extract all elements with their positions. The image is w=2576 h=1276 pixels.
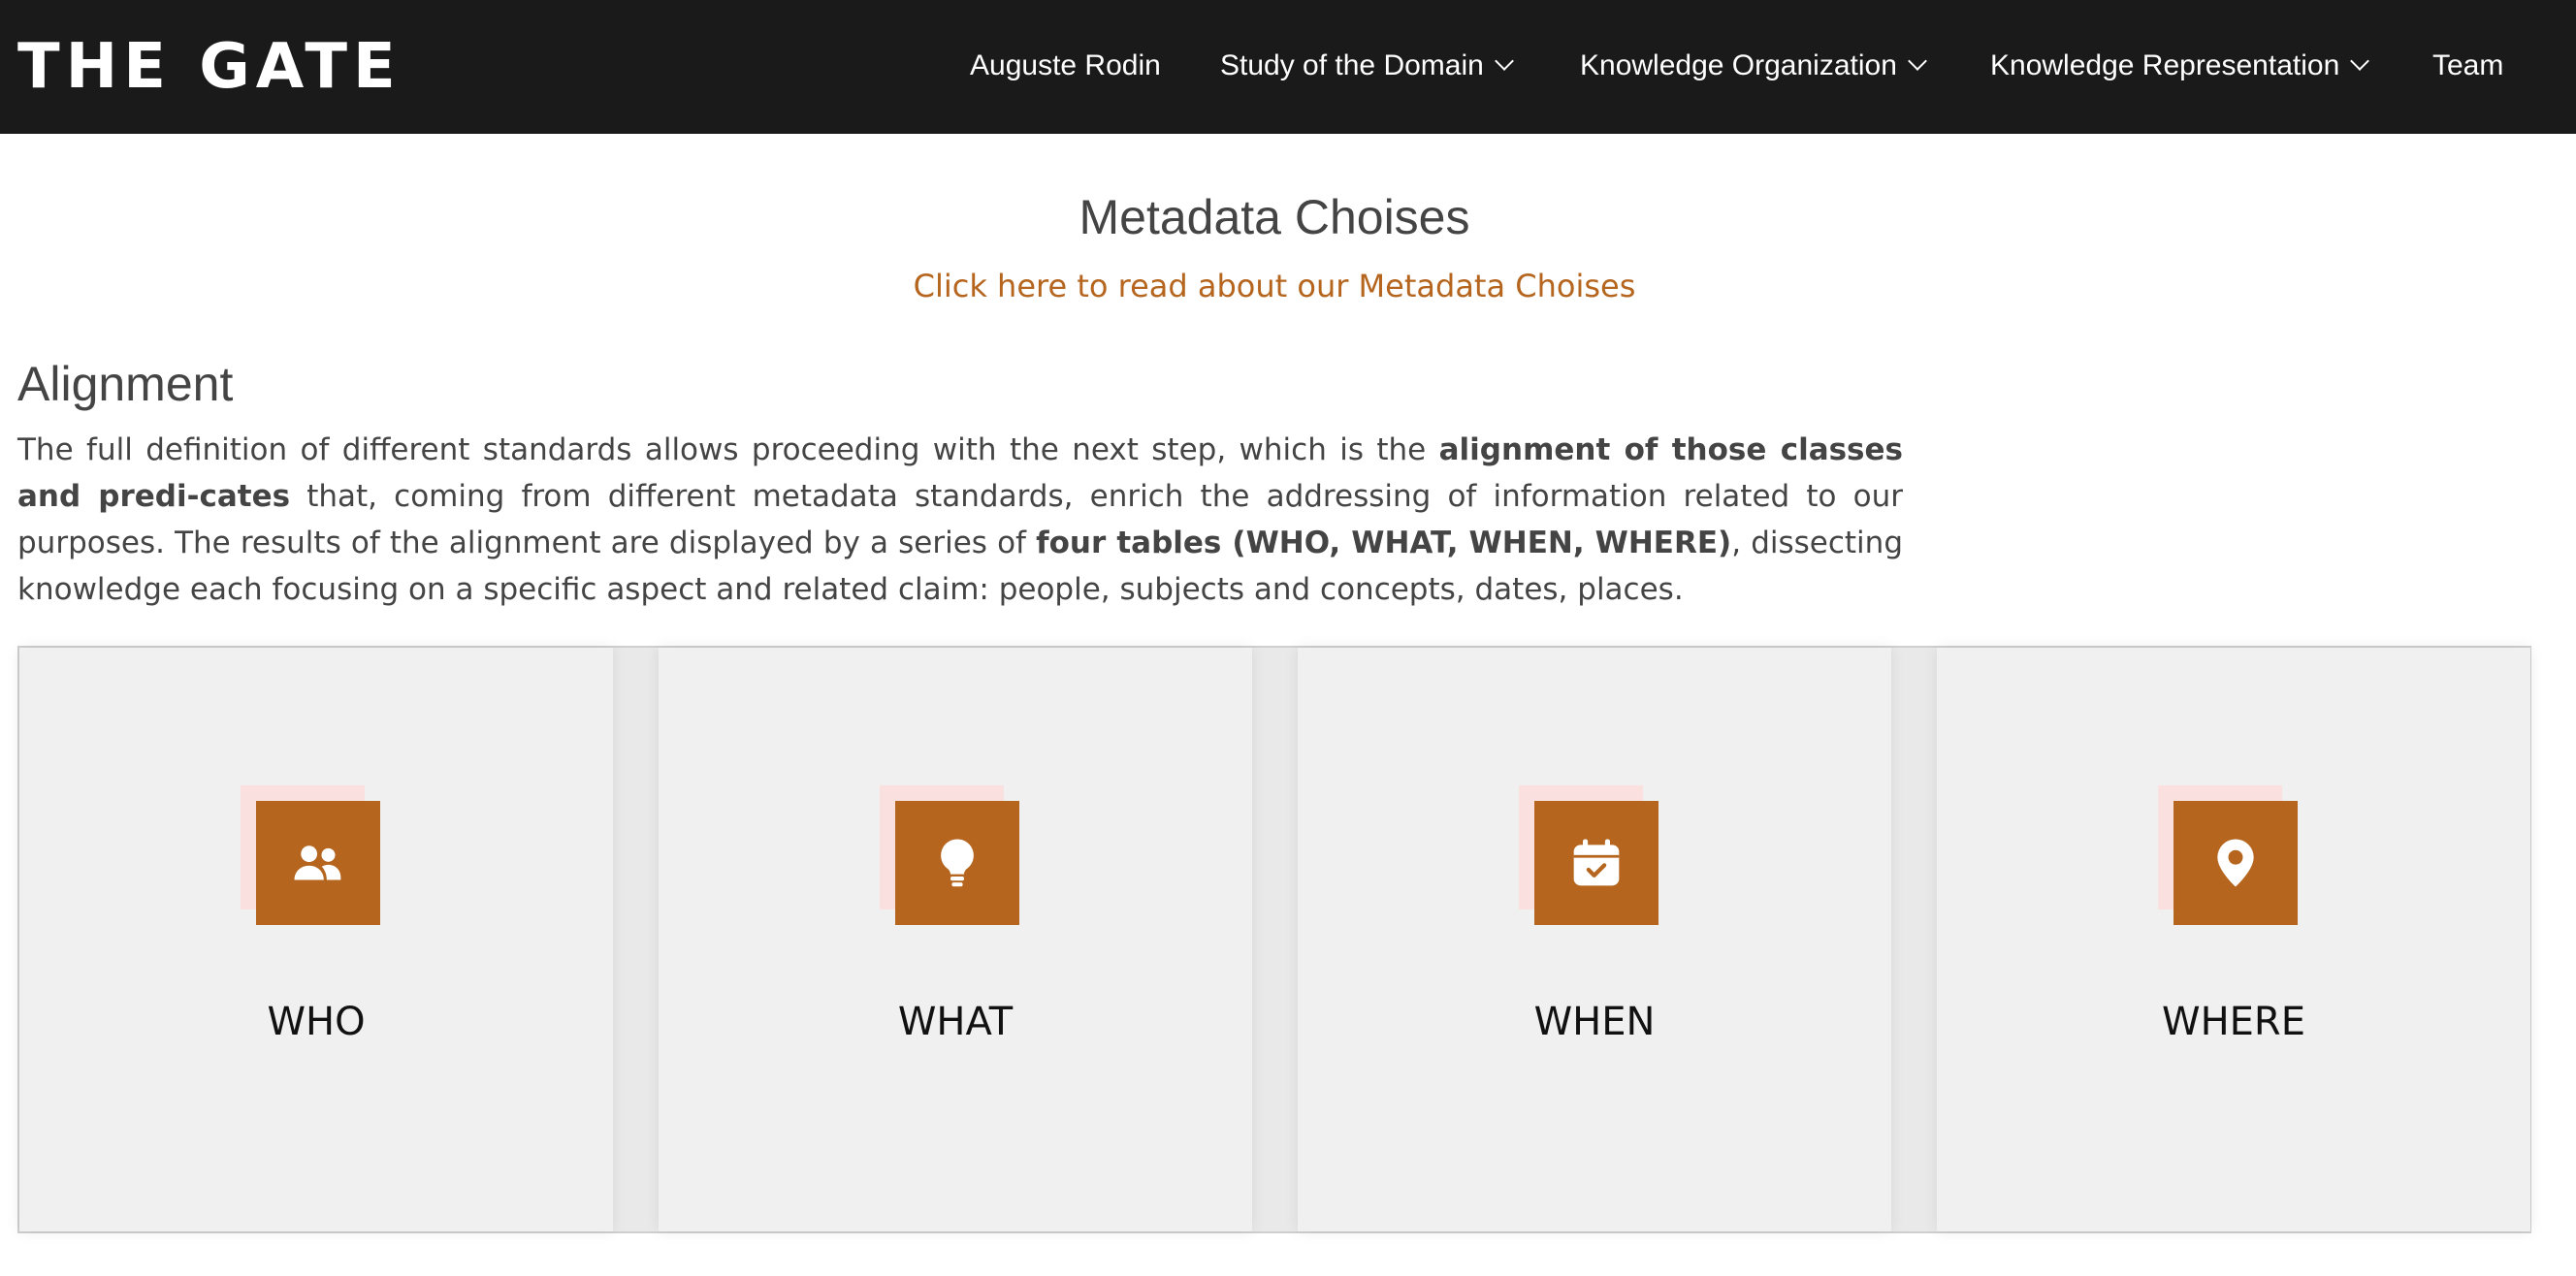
card-label: WHAT [897, 1000, 1014, 1044]
alignment-title: Alignment [17, 357, 234, 411]
alignment-cards: WHO WHAT WHEN WHERE [17, 646, 2531, 1233]
icon-tile [1519, 785, 1658, 925]
card-label: WHEN [1533, 1000, 1656, 1044]
nav-item-knowledge-organization[interactable]: Knowledge Organization [1580, 47, 1927, 85]
nav-item-study-of-the-domain[interactable]: Study of the Domain [1220, 47, 1514, 85]
nav-label: Knowledge Organization [1580, 49, 1897, 81]
card-what[interactable]: WHAT [659, 648, 1252, 1231]
icon-tile [2158, 785, 2298, 925]
calendar-check-icon [1534, 801, 1658, 925]
nav-label: Team [2432, 49, 2504, 81]
chevron-down-icon [1907, 51, 1927, 71]
card-where[interactable]: WHERE [1937, 648, 2530, 1231]
people-icon [256, 801, 380, 925]
site-logo[interactable]: THE GATE [17, 27, 402, 107]
paragraph-bold: four tables (WHO, WHAT, WHEN, WHERE) [1036, 526, 1732, 560]
metadata-title: Metadata Choises [1079, 190, 1470, 244]
site-header: THE GATE Auguste Rodin Study of the Doma… [0, 0, 2576, 134]
alignment-paragraph: The full definition of different standar… [17, 427, 1903, 613]
metadata-link[interactable]: Click here to read about our Metadata Ch… [0, 266, 2549, 306]
icon-tile [880, 785, 1019, 925]
nav-item-auguste-rodin[interactable]: Auguste Rodin [970, 47, 1161, 85]
card-label: WHO [267, 1000, 366, 1044]
nav-label: Study of the Domain [1220, 49, 1484, 81]
card-when[interactable]: WHEN [1298, 648, 1891, 1231]
nav-label: Auguste Rodin [970, 49, 1161, 81]
card-label: WHERE [2162, 1000, 2305, 1044]
card-who[interactable]: WHO [19, 648, 613, 1231]
nav-item-knowledge-representation[interactable]: Knowledge Representation [1990, 47, 2370, 85]
chevron-down-icon [1494, 51, 1514, 71]
chevron-down-icon [2350, 51, 2370, 71]
nav-label: Knowledge Representation [1990, 49, 2340, 81]
icon-tile [241, 785, 380, 925]
paragraph-text: The full definition of different standar… [17, 432, 1439, 467]
map-pin-icon [2174, 801, 2298, 925]
lightbulb-icon [895, 801, 1019, 925]
nav-item-team[interactable]: Team [2432, 47, 2503, 85]
